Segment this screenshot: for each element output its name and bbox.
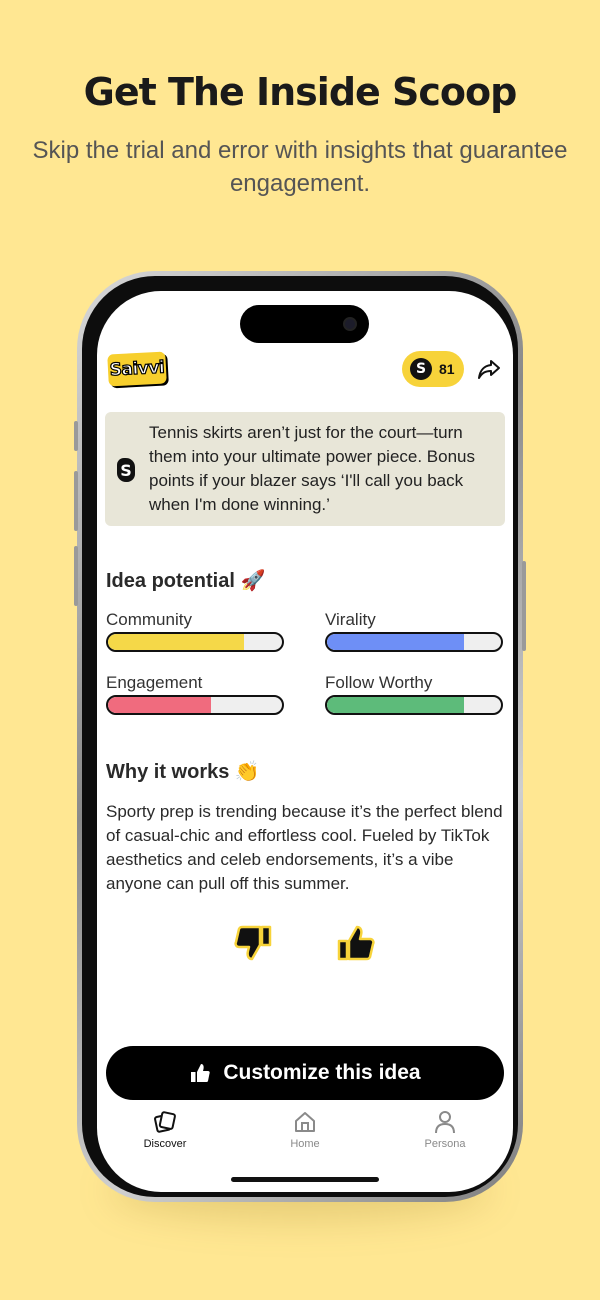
tab-persona[interactable]: Persona (395, 1109, 495, 1150)
follow-worthy-bar-fill (327, 697, 465, 713)
volume-up-button (74, 471, 78, 531)
metric-label-virality: Virality (325, 610, 376, 629)
tab-persona-label: Persona (424, 1138, 466, 1150)
promo-subheadline: Skip the trial and error with insights t… (32, 137, 568, 197)
tab-discover-label: Discover (143, 1138, 187, 1150)
community-bar (106, 632, 284, 652)
phone-bezel: Saivvi S 81 S Tennis skirts aren’t just … (82, 276, 518, 1197)
app-logo: Saivvi (107, 351, 167, 387)
tip-text: Tennis skirts aren’t just for the court—… (149, 423, 476, 514)
tab-home-label: Home (290, 1138, 320, 1150)
follow-worthy-bar (325, 695, 503, 715)
tab-discover[interactable]: Discover (115, 1109, 215, 1150)
idea-potential-title: Idea potential 🚀 (106, 570, 266, 592)
person-icon (435, 1111, 455, 1134)
saivvi-s-icon: S (117, 458, 135, 482)
coin-balance-badge[interactable]: S 81 (402, 351, 464, 387)
engagement-bar-fill (108, 697, 211, 713)
metric-label-community: Community (106, 610, 192, 629)
community-bar-fill (108, 634, 244, 650)
thumbs-down-icon[interactable] (232, 921, 276, 965)
phone-frame: Saivvi S 81 S Tennis skirts aren’t just … (74, 271, 526, 1202)
side-button (74, 421, 78, 451)
promo-headline: Get The Inside Scoop (83, 70, 518, 114)
s-coin-icon: S (410, 358, 432, 380)
share-arrow-icon[interactable] (477, 357, 501, 381)
camera-icon (343, 317, 357, 331)
engagement-bar (106, 695, 284, 715)
home-indicator (231, 1177, 379, 1182)
tip-card: S Tennis skirts aren’t just for the cour… (105, 412, 505, 526)
customize-idea-label: Customize this idea (223, 1061, 421, 1084)
app-screen: Saivvi S 81 S Tennis skirts aren’t just … (97, 291, 513, 1192)
power-button (522, 561, 526, 651)
dynamic-island (240, 305, 369, 343)
coin-count: 81 (439, 361, 455, 377)
thumbs-up-icon (191, 1064, 211, 1082)
cards-icon (154, 1111, 176, 1133)
thumbs-up-icon[interactable] (333, 921, 377, 965)
virality-bar (325, 632, 503, 652)
customize-idea-button[interactable]: Customize this idea (106, 1046, 504, 1100)
metric-label-follow-worthy: Follow Worthy (325, 673, 433, 692)
house-icon (295, 1112, 315, 1132)
virality-bar-fill (327, 634, 465, 650)
volume-down-button (74, 546, 78, 606)
tab-home[interactable]: Home (255, 1109, 355, 1150)
metric-label-engagement: Engagement (106, 673, 203, 692)
tab-bar: Discover Home Persona (97, 1109, 513, 1159)
why-it-works-title: Why it works 👏 (106, 761, 260, 783)
why-it-works-text: Sporty prep is trending because it’s the… (106, 802, 503, 893)
